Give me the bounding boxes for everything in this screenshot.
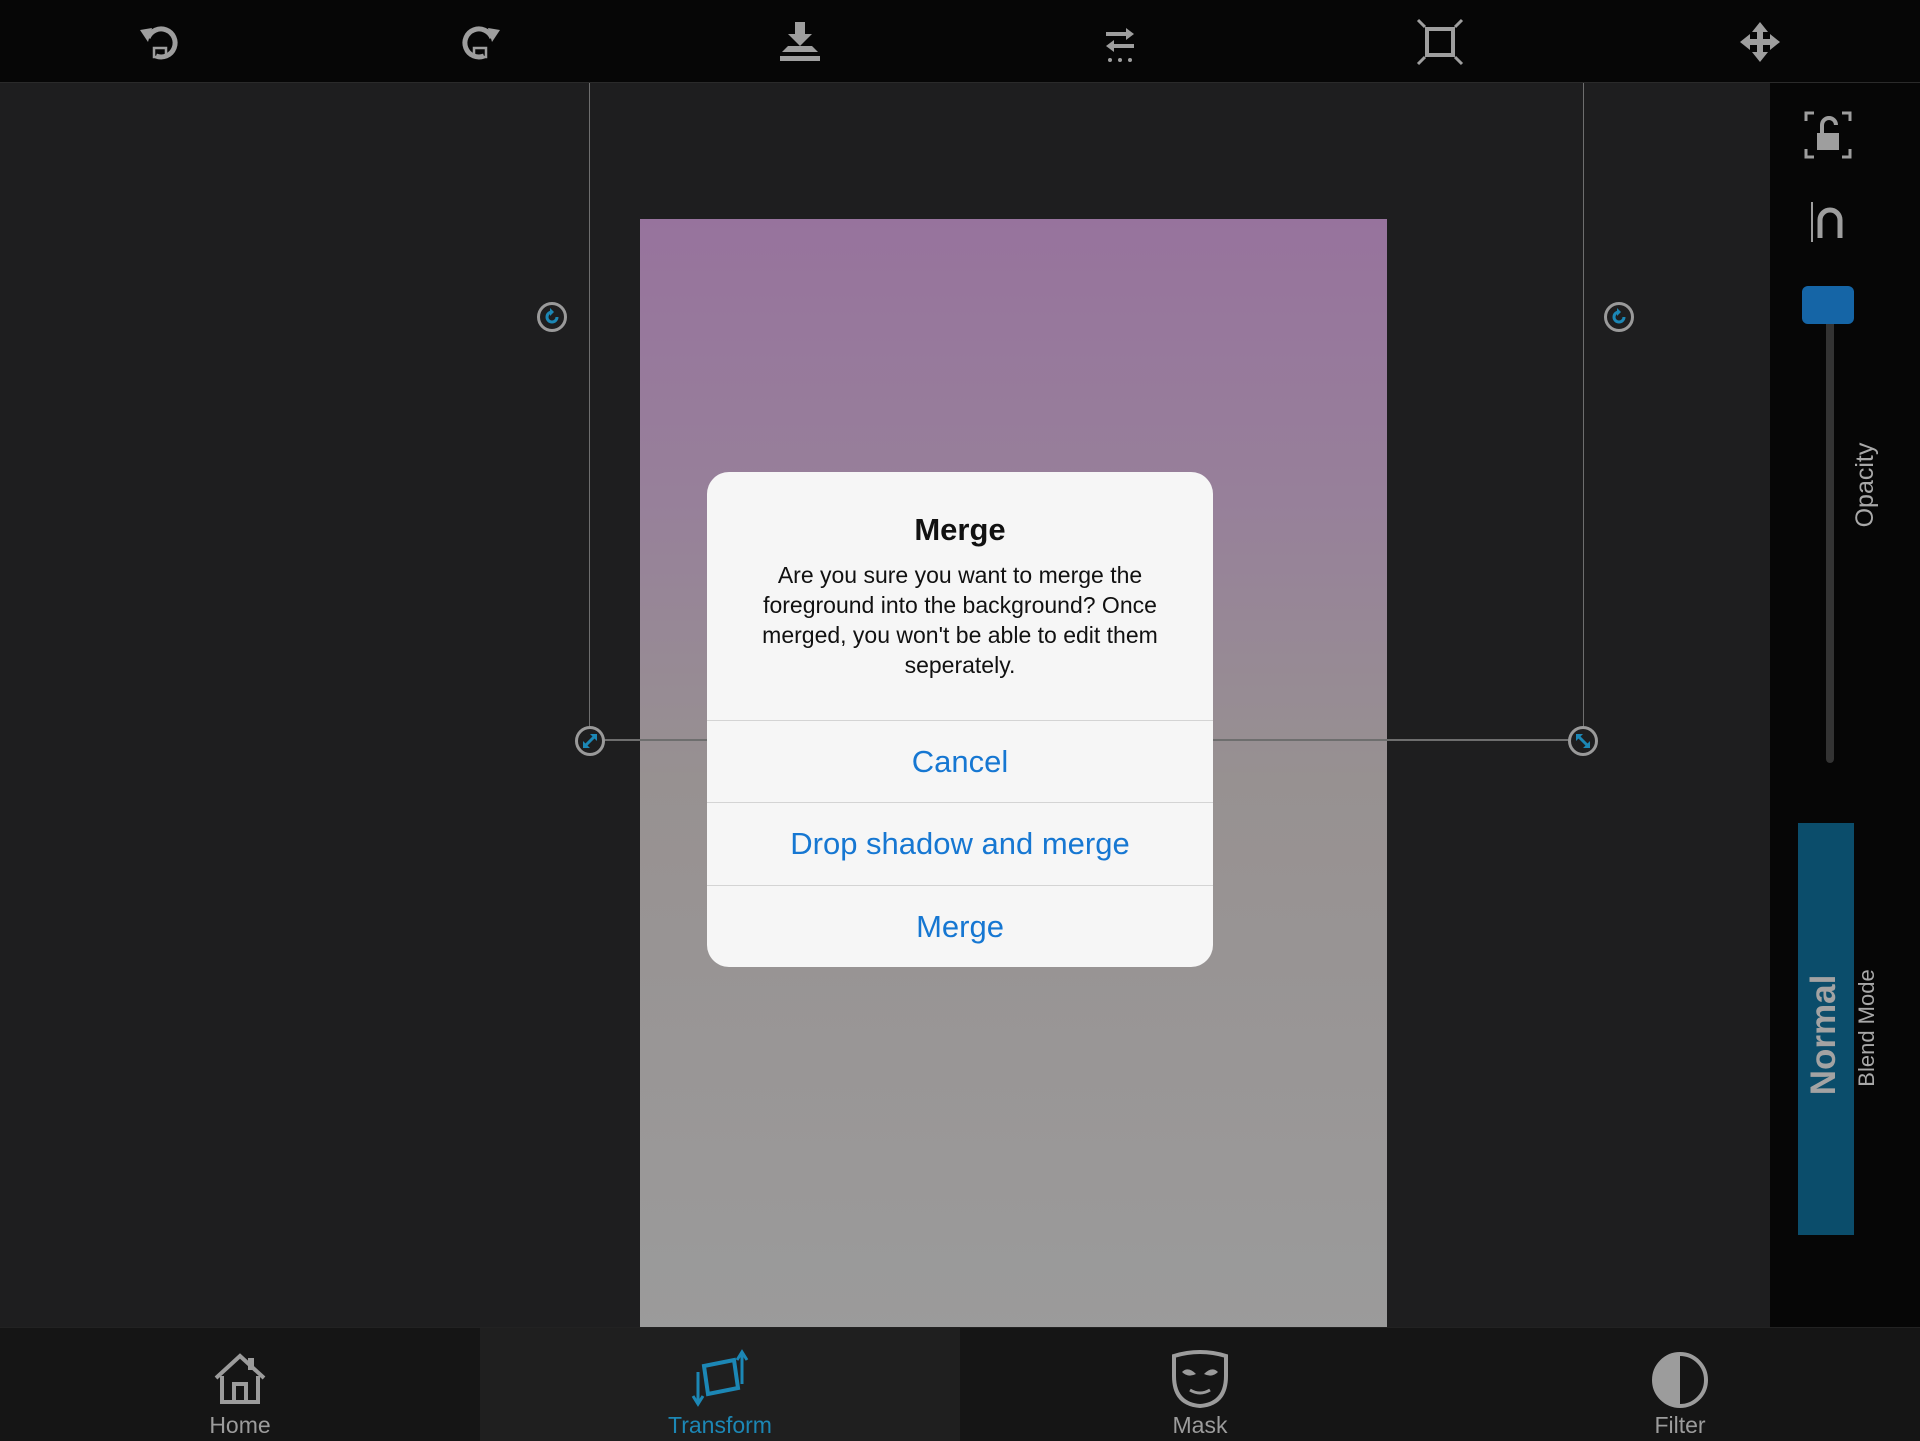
cancel-button[interactable]: Cancel bbox=[707, 720, 1213, 802]
dialog-message: Are you sure you want to merge the foreg… bbox=[762, 562, 1158, 678]
modal-overlay: Merge Are you sure you want to merge the… bbox=[0, 0, 1920, 1440]
merge-dialog: Merge Are you sure you want to merge the… bbox=[707, 472, 1213, 967]
merge-button[interactable]: Merge bbox=[707, 885, 1213, 967]
dialog-title: Merge bbox=[914, 512, 1006, 547]
drop-shadow-merge-button[interactable]: Drop shadow and merge bbox=[707, 802, 1213, 884]
